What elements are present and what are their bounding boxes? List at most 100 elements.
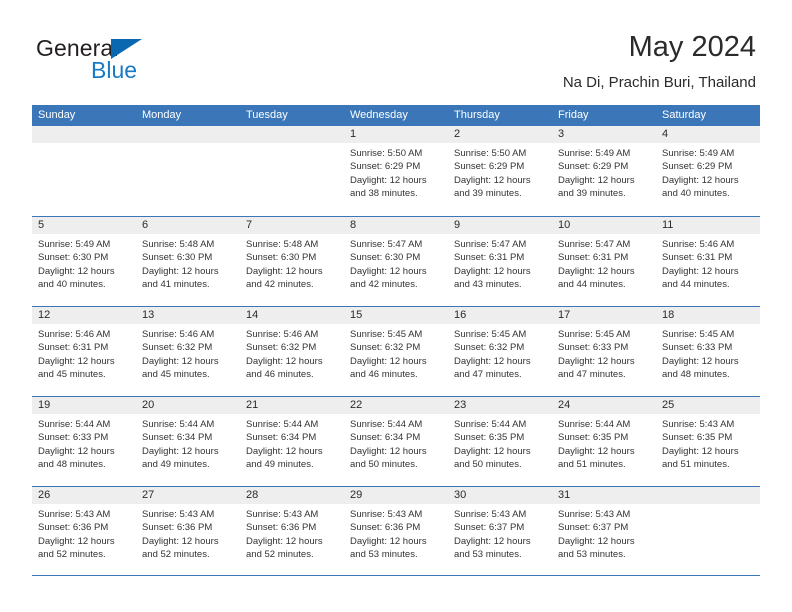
day-sun-info <box>32 143 136 147</box>
calendar-grid: Sunday Monday Tuesday Wednesday Thursday… <box>32 105 760 576</box>
day-cell[interactable]: 26 Sunrise: 5:43 AM Sunset: 6:36 PM Dayligh… <box>32 487 136 575</box>
day-cell[interactable]: 10 Sunrise: 5:47 AM Sunset: 6:31 PM Dayligh… <box>552 217 656 306</box>
day-cell[interactable]: 7 Sunrise: 5:48 AM Sunset: 6:30 PM Daylight… <box>240 217 344 306</box>
day-sun-info: Sunrise: 5:47 AM Sunset: 6:30 PM Daylight:… <box>344 234 448 291</box>
day-number: 22 <box>344 397 448 414</box>
day-cell[interactable]: 18 Sunrise: 5:45 AM Sunset: 6:33 PM Dayligh… <box>656 307 760 396</box>
day-number: 17 <box>552 307 656 324</box>
day-daylight-line1-text: Daylight: 12 hours <box>38 445 115 457</box>
day-sunset-text: Sunset: 6:34 PM <box>246 432 317 444</box>
day-cell[interactable]: 24 Sunrise: 5:44 AM Sunset: 6:35 PM Dayligh… <box>552 397 656 486</box>
day-cell[interactable]: 5 Sunrise: 5:49 AM Sunset: 6:30 PM Daylight… <box>32 217 136 306</box>
day-cell-empty <box>32 126 136 216</box>
day-cell[interactable]: 27 Sunrise: 5:43 AM Sunset: 6:36 PM Dayligh… <box>136 487 240 575</box>
day-daylight-line2-text: and 52 minutes. <box>246 548 314 560</box>
day-cell[interactable]: 1 Sunrise: 5:50 AM Sunset: 6:29 PM Daylight… <box>344 126 448 216</box>
day-sun-info: Sunrise: 5:46 AM Sunset: 6:31 PM Daylight:… <box>32 324 136 381</box>
day-daylight-line2-text: and 51 minutes. <box>558 458 626 470</box>
day-sunset-text: Sunset: 6:29 PM <box>558 161 629 173</box>
day-cell[interactable]: 29 Sunrise: 5:43 AM Sunset: 6:36 PM Dayligh… <box>344 487 448 575</box>
day-sun-info: Sunrise: 5:50 AM Sunset: 6:29 PM Daylight:… <box>344 143 448 200</box>
day-daylight-line2-text: and 46 minutes. <box>246 368 314 380</box>
day-cell[interactable]: 22 Sunrise: 5:44 AM Sunset: 6:34 PM Dayligh… <box>344 397 448 486</box>
day-cell[interactable]: 11 Sunrise: 5:46 AM Sunset: 6:31 PM Dayligh… <box>656 217 760 306</box>
day-sunrise-text: Sunrise: 5:48 AM <box>142 239 215 250</box>
day-cell[interactable]: 13 Sunrise: 5:46 AM Sunset: 6:32 PM Dayligh… <box>136 307 240 396</box>
weekday-header-row: Sunday Monday Tuesday Wednesday Thursday… <box>32 105 760 126</box>
day-daylight-line2-text: and 47 minutes. <box>454 368 522 380</box>
day-sunrise-text: Sunrise: 5:49 AM <box>558 148 631 159</box>
day-cell[interactable]: 6 Sunrise: 5:48 AM Sunset: 6:30 PM Daylight… <box>136 217 240 306</box>
day-sunset-text: Sunset: 6:36 PM <box>246 522 317 534</box>
day-cell[interactable]: 20 Sunrise: 5:44 AM Sunset: 6:34 PM Dayligh… <box>136 397 240 486</box>
day-sun-info: Sunrise: 5:47 AM Sunset: 6:31 PM Daylight:… <box>552 234 656 291</box>
day-sunset-text: Sunset: 6:30 PM <box>38 252 109 264</box>
day-daylight-line1-text: Daylight: 12 hours <box>662 445 739 457</box>
day-sunrise-text: Sunrise: 5:43 AM <box>662 419 735 430</box>
day-daylight-line1-text: Daylight: 12 hours <box>558 355 635 367</box>
day-daylight-line1-text: Daylight: 12 hours <box>350 445 427 457</box>
day-daylight-line1-text: Daylight: 12 hours <box>350 355 427 367</box>
day-daylight-line2-text: and 53 minutes. <box>454 548 522 560</box>
day-cell[interactable]: 19 Sunrise: 5:44 AM Sunset: 6:33 PM Dayligh… <box>32 397 136 486</box>
day-sunrise-text: Sunrise: 5:44 AM <box>38 419 111 430</box>
day-sun-info: Sunrise: 5:48 AM Sunset: 6:30 PM Daylight:… <box>136 234 240 291</box>
day-number: 23 <box>448 397 552 414</box>
day-cell[interactable]: 9 Sunrise: 5:47 AM Sunset: 6:31 PM Daylight… <box>448 217 552 306</box>
day-cell[interactable]: 30 Sunrise: 5:43 AM Sunset: 6:37 PM Dayligh… <box>448 487 552 575</box>
day-cell[interactable]: 3 Sunrise: 5:49 AM Sunset: 6:29 PM Daylight… <box>552 126 656 216</box>
day-sun-info: Sunrise: 5:45 AM Sunset: 6:33 PM Daylight:… <box>656 324 760 381</box>
day-daylight-line2-text: and 49 minutes. <box>142 458 210 470</box>
day-sunset-text: Sunset: 6:35 PM <box>662 432 733 444</box>
day-daylight-line2-text: and 53 minutes. <box>350 548 418 560</box>
day-sun-info <box>656 504 760 508</box>
day-daylight-line2-text: and 45 minutes. <box>142 368 210 380</box>
day-daylight-line1-text: Daylight: 12 hours <box>142 445 219 457</box>
day-sunrise-text: Sunrise: 5:49 AM <box>662 148 735 159</box>
day-sunset-text: Sunset: 6:33 PM <box>558 342 629 354</box>
day-sunrise-text: Sunrise: 5:47 AM <box>350 239 423 250</box>
day-cell[interactable]: 21 Sunrise: 5:44 AM Sunset: 6:34 PM Dayligh… <box>240 397 344 486</box>
day-sun-info: Sunrise: 5:47 AM Sunset: 6:31 PM Daylight:… <box>448 234 552 291</box>
day-sunset-text: Sunset: 6:36 PM <box>142 522 213 534</box>
day-cell[interactable]: 25 Sunrise: 5:43 AM Sunset: 6:35 PM Dayligh… <box>656 397 760 486</box>
calendar-weeks: 1 Sunrise: 5:50 AM Sunset: 6:29 PM Daylight… <box>32 126 760 576</box>
day-cell[interactable]: 4 Sunrise: 5:49 AM Sunset: 6:29 PM Daylight… <box>656 126 760 216</box>
day-sunrise-text: Sunrise: 5:45 AM <box>558 329 631 340</box>
day-cell[interactable]: 23 Sunrise: 5:44 AM Sunset: 6:35 PM Dayligh… <box>448 397 552 486</box>
day-sunrise-text: Sunrise: 5:45 AM <box>350 329 423 340</box>
day-sunset-text: Sunset: 6:36 PM <box>350 522 421 534</box>
day-sun-info: Sunrise: 5:44 AM Sunset: 6:34 PM Daylight:… <box>136 414 240 471</box>
day-daylight-line1-text: Daylight: 12 hours <box>350 174 427 186</box>
day-number: 19 <box>32 397 136 414</box>
day-number: 6 <box>136 217 240 234</box>
day-daylight-line2-text: and 43 minutes. <box>454 278 522 290</box>
day-cell[interactable]: 2 Sunrise: 5:50 AM Sunset: 6:29 PM Daylight… <box>448 126 552 216</box>
day-cell[interactable]: 15 Sunrise: 5:45 AM Sunset: 6:32 PM Dayligh… <box>344 307 448 396</box>
day-number: 30 <box>448 487 552 504</box>
day-sunset-text: Sunset: 6:35 PM <box>558 432 629 444</box>
day-daylight-line2-text: and 50 minutes. <box>350 458 418 470</box>
location-subtitle: Na Di, Prachin Buri, Thailand <box>562 74 756 91</box>
day-sunset-text: Sunset: 6:31 PM <box>662 252 733 264</box>
day-sun-info: Sunrise: 5:43 AM Sunset: 6:35 PM Daylight:… <box>656 414 760 471</box>
day-number: 15 <box>344 307 448 324</box>
day-sunrise-text: Sunrise: 5:48 AM <box>246 239 319 250</box>
day-sunrise-text: Sunrise: 5:46 AM <box>38 329 111 340</box>
day-cell[interactable]: 12 Sunrise: 5:46 AM Sunset: 6:31 PM Dayligh… <box>32 307 136 396</box>
day-sun-info <box>240 143 344 147</box>
day-cell[interactable]: 17 Sunrise: 5:45 AM Sunset: 6:33 PM Dayligh… <box>552 307 656 396</box>
day-sun-info: Sunrise: 5:43 AM Sunset: 6:36 PM Daylight:… <box>32 504 136 561</box>
day-daylight-line2-text: and 49 minutes. <box>246 458 314 470</box>
day-sunrise-text: Sunrise: 5:44 AM <box>142 419 215 430</box>
day-cell[interactable]: 31 Sunrise: 5:43 AM Sunset: 6:37 PM Dayligh… <box>552 487 656 575</box>
weekday-header-saturday: Saturday <box>662 109 707 121</box>
day-number: 26 <box>32 487 136 504</box>
day-daylight-line2-text: and 50 minutes. <box>454 458 522 470</box>
day-cell[interactable]: 28 Sunrise: 5:43 AM Sunset: 6:36 PM Dayligh… <box>240 487 344 575</box>
day-number <box>136 126 240 143</box>
day-sun-info: Sunrise: 5:44 AM Sunset: 6:34 PM Daylight:… <box>240 414 344 471</box>
day-cell[interactable]: 14 Sunrise: 5:46 AM Sunset: 6:32 PM Dayligh… <box>240 307 344 396</box>
day-cell[interactable]: 16 Sunrise: 5:45 AM Sunset: 6:32 PM Dayligh… <box>448 307 552 396</box>
day-cell[interactable]: 8 Sunrise: 5:47 AM Sunset: 6:30 PM Daylight… <box>344 217 448 306</box>
